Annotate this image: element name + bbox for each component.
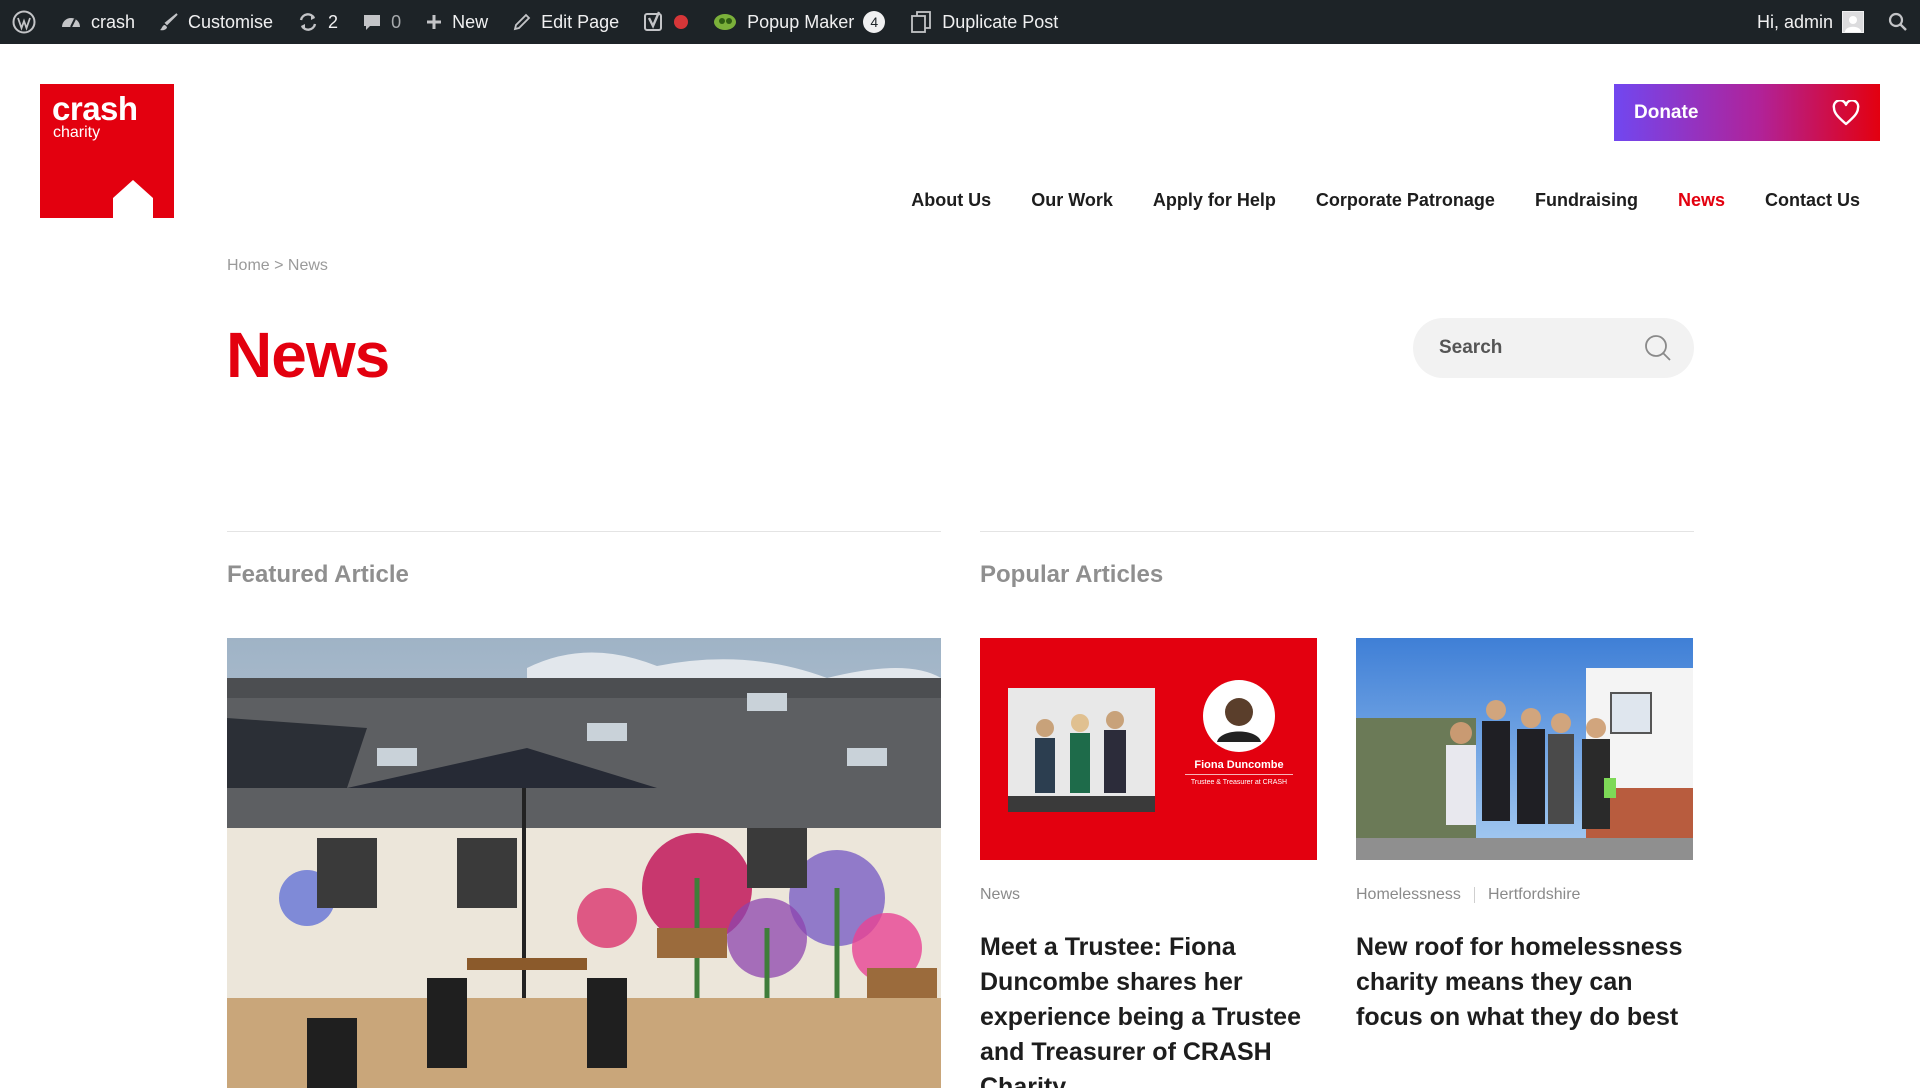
admin-search-button[interactable] [1876,0,1920,44]
heart-icon [1832,99,1860,125]
yoast-icon [644,11,663,31]
page-title: News [226,319,390,391]
new-content-menu[interactable]: New [413,0,500,44]
search-icon [1888,12,1907,31]
nav-item-about-us[interactable]: About Us [911,190,991,211]
yoast-seo-menu[interactable] [631,0,700,44]
crash-charity-logo[interactable]: crash charity [40,84,174,218]
nav-item-contact-us[interactable]: Contact Us [1765,190,1860,211]
edit-page-label: Edit Page [541,11,620,32]
duplicate-post-link[interactable]: Duplicate Post [897,0,1070,44]
popular-divider [980,531,1694,532]
donate-button[interactable]: Donate [1614,84,1880,141]
roof-visit-photo [1356,638,1693,860]
popup-maker-label: Popup Maker [747,11,855,32]
popup-maker-icon [714,14,737,30]
site-name-label: crash [91,11,136,32]
brush-icon [160,13,178,31]
site-name-menu[interactable]: crash [48,0,147,44]
logo-wordmark: crash [52,90,138,127]
donate-label: Donate [1634,101,1699,123]
tag-hertfordshire[interactable]: Hertfordshire [1488,886,1580,904]
dashboard-gauge-icon [62,18,80,28]
updates-icon [299,13,317,31]
avatar [1842,11,1864,33]
my-account-menu[interactable]: Hi, admin [1745,0,1876,44]
news-search [1413,318,1694,378]
logo-subtitle: charity [53,124,101,141]
tag-homelessness[interactable]: Homelessness [1356,886,1461,904]
popup-maker-count-badge: 4 [863,11,886,33]
trustee-award-graphic [980,638,1317,860]
search-input[interactable] [1439,337,1629,359]
popular-article-2-image[interactable] [1356,638,1693,860]
popular-article-2-tags: Homelessness Hertfordshire [1356,886,1580,904]
wp-admin-bar: crash Customise 2 0 New Edit Page Popup … [0,0,1920,44]
admin-bar-secondary: Hi, admin [1745,0,1920,44]
comments-link[interactable]: 0 [350,0,413,44]
courtyard-mural-photo [227,638,941,1088]
duplicate-icon [911,11,932,33]
house-icon [113,180,153,218]
new-label: New [452,11,489,32]
nav-item-fundraising[interactable]: Fundraising [1535,190,1638,211]
nav-item-news[interactable]: News [1678,190,1725,211]
greeting-label: Hi, admin [1756,11,1833,32]
edit-page-link[interactable]: Edit Page [500,0,631,44]
pencil-icon [513,13,531,31]
trustee-role: Trustee & Treasurer at CRASH [1190,779,1288,786]
popup-maker-menu[interactable]: Popup Maker 4 [700,0,897,44]
customise-link[interactable]: Customise [147,0,285,44]
customise-label: Customise [188,11,274,32]
duplicate-post-label: Duplicate Post [942,11,1059,32]
nav-item-apply-for-help[interactable]: Apply for Help [1153,190,1276,211]
user-avatar-icon [1845,16,1861,32]
nav-item-our-work[interactable]: Our Work [1031,190,1113,211]
popular-article-2-title[interactable]: New roof for homelessness charity means … [1356,930,1696,1035]
comment-bubble-icon [364,15,381,30]
search-icon[interactable] [1644,334,1672,362]
tag-news[interactable]: News [980,886,1020,904]
updates-count: 2 [328,11,339,32]
wp-logo-menu[interactable] [0,0,48,44]
featured-divider [227,531,941,532]
trustee-name: Fiona Duncombe [1194,759,1284,771]
breadcrumb[interactable]: Home > News [227,257,328,275]
updates-link[interactable]: 2 [285,0,350,44]
tag-separator [1473,887,1475,903]
comments-count: 0 [391,11,402,32]
popular-article-1-tags: News [980,886,1020,904]
popular-article-1-image[interactable]: Fiona Duncombe Trustee & Treasurer at CR… [980,638,1317,860]
popular-section-title: Popular Articles [980,561,1164,588]
popular-article-1-title[interactable]: Meet a Trustee: Fiona Duncombe shares he… [980,930,1320,1088]
featured-section-title: Featured Article [227,561,409,588]
plus-icon [427,15,442,29]
wordpress-icon [12,10,36,34]
trustee-name-underline [1185,774,1293,775]
seo-status-dot-icon [674,15,689,29]
featured-article-image[interactable] [227,638,941,1088]
nav-item-corporate-patronage[interactable]: Corporate Patronage [1316,190,1495,211]
main-navigation: About Us Our Work Apply for Help Corpora… [911,190,1860,211]
